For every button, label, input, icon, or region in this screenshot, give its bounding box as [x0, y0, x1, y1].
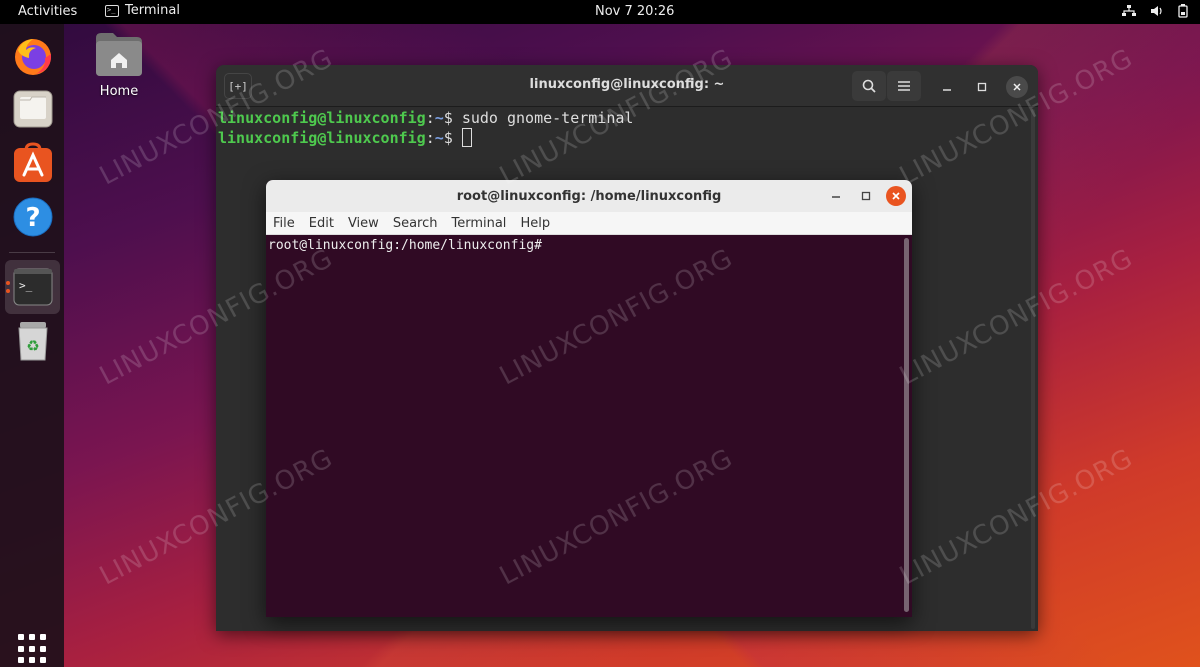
headerbar[interactable]: [+] linuxconfig@linuxconfig: ~: [216, 65, 1038, 107]
terminal-line: linuxconfig@linuxconfig:~$ sudo gnome-te…: [218, 109, 634, 127]
scrollbar[interactable]: [904, 238, 909, 612]
close-icon: [892, 192, 900, 200]
svg-text:?: ?: [25, 203, 40, 233]
scrollbar[interactable]: [1031, 109, 1035, 629]
close-button[interactable]: [886, 186, 906, 206]
menu-terminal[interactable]: Terminal: [451, 212, 513, 234]
menu-button[interactable]: [887, 71, 921, 101]
close-button[interactable]: [1006, 76, 1028, 98]
menu-help[interactable]: Help: [520, 212, 557, 234]
window-title: root@linuxconfig: /home/linuxconfig: [456, 189, 722, 204]
trash-icon[interactable]: ♻: [12, 320, 54, 362]
dock-separator: [9, 252, 55, 253]
minimize-icon: [943, 89, 951, 91]
terminal-line: linuxconfig@linuxconfig:~$: [218, 128, 1038, 148]
maximize-button[interactable]: [971, 76, 993, 98]
svg-text:♻: ♻: [26, 337, 39, 355]
menu-bar: File Edit View Search Terminal Help: [266, 212, 912, 235]
menu-search[interactable]: Search: [393, 212, 445, 234]
clock[interactable]: Nov 7 20:26: [595, 4, 674, 19]
close-icon: [1013, 83, 1021, 91]
minimize-button[interactable]: [826, 186, 846, 206]
menu-edit[interactable]: Edit: [309, 212, 341, 234]
system-tray[interactable]: [1122, 4, 1188, 18]
minimize-button[interactable]: [936, 76, 958, 98]
text-cursor: [461, 128, 472, 147]
volume-icon: [1151, 6, 1162, 16]
running-indicator: [6, 289, 10, 293]
software-icon[interactable]: [12, 142, 54, 184]
titlebar[interactable]: root@linuxconfig: /home/linuxconfig: [266, 180, 912, 212]
battery-icon: [1178, 4, 1188, 18]
terminal-output[interactable]: root@linuxconfig:/home/linuxconfig#: [266, 235, 912, 617]
hamburger-menu-icon: [898, 81, 910, 91]
root-prompt: root@linuxconfig:/home/linuxconfig#: [268, 238, 542, 253]
terminal-icon[interactable]: >_: [12, 266, 54, 308]
home-label: Home: [99, 84, 139, 99]
running-indicator: [6, 281, 10, 285]
maximize-button[interactable]: [856, 186, 876, 206]
terminal-window-root[interactable]: root@linuxconfig: /home/linuxconfig File…: [266, 180, 912, 617]
top-bar: Activities >_ Terminal Nov 7 20:26: [0, 0, 1200, 24]
svg-text:>_: >_: [19, 279, 33, 292]
app-menu[interactable]: >_ Terminal: [105, 3, 180, 18]
menu-view[interactable]: View: [348, 212, 386, 234]
terminal-icon: >_: [105, 4, 119, 17]
firefox-icon[interactable]: [12, 36, 54, 78]
help-icon[interactable]: ?: [12, 196, 54, 238]
desktop-home-folder[interactable]: Home: [88, 30, 150, 99]
menu-file[interactable]: File: [273, 212, 302, 234]
home-folder-icon: [93, 30, 145, 78]
maximize-icon: [977, 82, 987, 92]
minimize-icon: [832, 196, 840, 198]
search-button[interactable]: [852, 71, 886, 101]
activities-button[interactable]: Activities: [18, 4, 77, 19]
maximize-icon: [861, 191, 871, 201]
dock: ? >_ ♻: [0, 24, 64, 667]
app-name: Terminal: [125, 3, 180, 18]
network-icon: [1122, 5, 1136, 16]
files-icon[interactable]: [12, 88, 54, 130]
show-apps-icon[interactable]: [18, 634, 48, 664]
search-icon: [862, 79, 876, 93]
